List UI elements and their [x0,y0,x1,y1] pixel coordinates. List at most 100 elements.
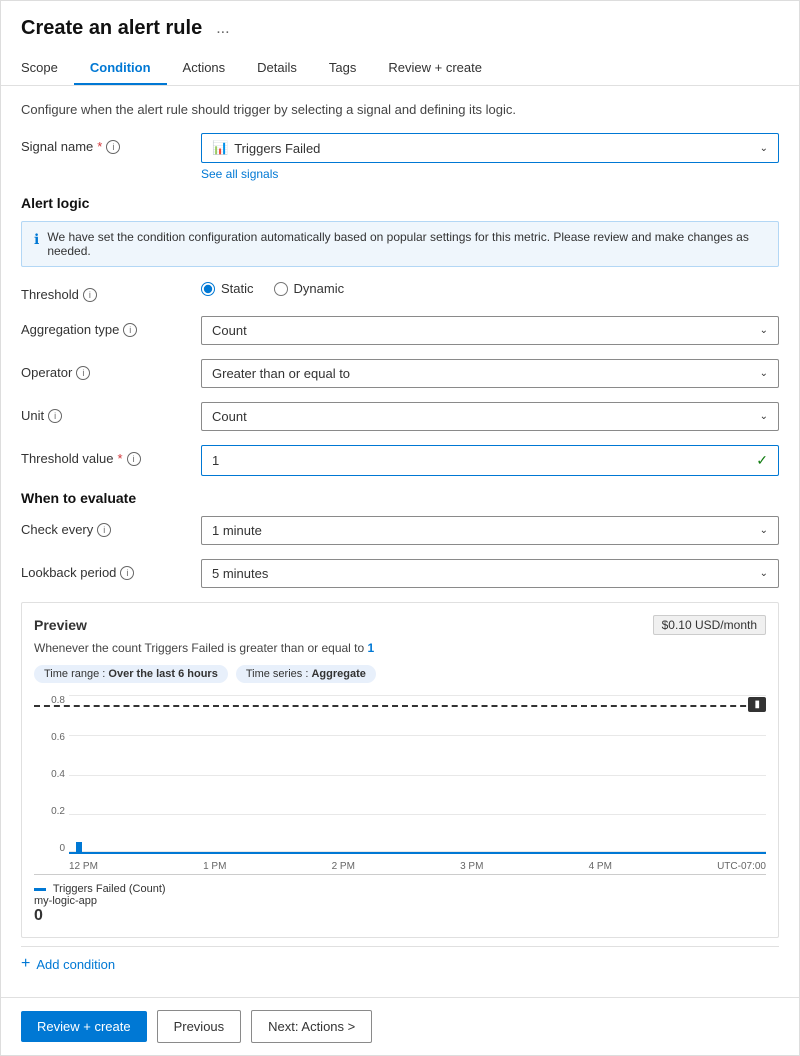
aggregation-label-text: Aggregation type [21,322,119,337]
time-series-pill-label: Time series : [246,668,309,680]
chart-legend: Triggers Failed (Count) my-logic-app 0 [34,883,766,925]
threshold-info-icon[interactable]: i [83,288,97,302]
previous-button[interactable]: Previous [157,1010,242,1043]
preview-description: Whenever the count Triggers Failed is gr… [34,641,766,655]
signal-name-control: 📊 Triggers Failed ⌄ See all signals [201,133,779,181]
operator-value: Greater than or equal to [212,366,760,381]
unit-info-icon[interactable]: i [48,409,62,423]
preview-desc-prefix: Whenever the count Triggers Failed is gr… [34,641,364,655]
review-create-button[interactable]: Review + create [21,1011,147,1042]
legend-value: 0 [34,907,766,925]
ellipsis-button[interactable]: ... [210,18,235,40]
when-to-evaluate-heading: When to evaluate [21,490,779,506]
unit-control: Count ⌄ [201,402,779,431]
aggregation-type-row: Aggregation type i Count ⌄ [21,316,779,345]
check-every-row: Check every i 1 minute ⌄ [21,516,779,545]
time-series-pill[interactable]: Time series : Aggregate [236,665,376,683]
aggregation-info-icon[interactable]: i [123,323,137,337]
lookback-value: 5 minutes [212,566,760,581]
check-every-info-icon[interactable]: i [97,523,111,537]
operator-dropdown-arrow: ⌄ [760,368,768,379]
aggregation-control: Count ⌄ [201,316,779,345]
grid-line-3 [69,814,766,815]
check-every-control: 1 minute ⌄ [201,516,779,545]
next-actions-button[interactable]: Next: Actions > [251,1010,372,1043]
threshold-static-option[interactable]: Static [201,281,254,296]
threshold-value-row: Threshold value * i 1 ✓ [21,445,779,476]
tab-actions[interactable]: Actions [167,52,242,85]
lookback-info-icon[interactable]: i [120,566,134,580]
tab-review-create[interactable]: Review + create [372,52,498,85]
aggregation-dropdown[interactable]: Count ⌄ [201,316,779,345]
threshold-control: Static Dynamic [201,281,779,296]
chart-grid [69,695,766,854]
legend-name: Triggers Failed (Count) [53,883,166,895]
check-every-value: 1 minute [212,523,760,538]
check-every-dropdown[interactable]: 1 minute ⌄ [201,516,779,545]
threshold-static-radio[interactable] [201,282,215,296]
signal-name-dropdown[interactable]: 📊 Triggers Failed ⌄ [201,133,779,163]
grid-line-0 [69,695,766,696]
chart-x-labels: 12 PM 1 PM 2 PM 3 PM 4 PM UTC-07:00 [69,861,766,872]
y-label-3: 0.2 [51,806,65,817]
check-every-label: Check every i [21,516,201,537]
alert-logic-heading: Alert logic [21,195,779,211]
preview-section: Preview $0.10 USD/month Whenever the cou… [21,602,779,938]
chart-baseline [69,852,766,854]
chart-bar [76,842,82,854]
signal-info-icon[interactable]: i [106,140,120,154]
x-label-2pm: 2 PM [332,861,355,872]
legend-row: Triggers Failed (Count) [34,883,766,895]
threshold-options: Static Dynamic [201,281,779,296]
threshold-value-input[interactable]: 1 ✓ [201,445,779,476]
tab-tags[interactable]: Tags [313,52,372,85]
time-range-pill-label: Time range : [44,668,105,680]
tab-scope[interactable]: Scope [21,52,74,85]
threshold-dynamic-option[interactable]: Dynamic [274,281,345,296]
see-all-signals-link[interactable]: See all signals [201,167,278,181]
preview-desc-highlight: 1 [368,641,375,655]
unit-dropdown[interactable]: Count ⌄ [201,402,779,431]
y-label-4: 0 [59,843,65,854]
check-every-arrow: ⌄ [760,525,768,536]
operator-dropdown[interactable]: Greater than or equal to ⌄ [201,359,779,388]
info-banner-icon: ℹ [34,231,39,248]
signal-name-label: Signal name * i [21,133,201,154]
threshold-dynamic-radio[interactable] [274,282,288,296]
unit-label: Unit i [21,402,201,423]
time-range-pill[interactable]: Time range : Over the last 6 hours [34,665,228,683]
signal-name-row: Signal name * i 📊 Triggers Failed ⌄ See … [21,133,779,181]
chart-y-labels: 0.8 0.6 0.4 0.2 0 [34,695,69,854]
tab-details[interactable]: Details [241,52,313,85]
threshold-static-label: Static [221,281,254,296]
subtitle-text: Configure when the alert rule should tri… [21,102,779,117]
aggregation-label: Aggregation type i [21,316,201,337]
operator-label: Operator i [21,359,201,380]
threshold-dynamic-label: Dynamic [294,281,345,296]
unit-label-text: Unit [21,408,44,423]
threshold-label: Threshold i [21,281,201,302]
x-label-4pm: 4 PM [589,861,612,872]
operator-label-text: Operator [21,365,72,380]
info-banner: ℹ We have set the condition configuratio… [21,221,779,267]
lookback-label: Lookback period i [21,559,201,580]
legend-color-swatch [34,888,46,891]
preview-title: Preview [34,617,87,633]
threshold-value-info-icon[interactable]: i [127,452,141,466]
operator-row: Operator i Greater than or equal to ⌄ [21,359,779,388]
lookback-dropdown[interactable]: 5 minutes ⌄ [201,559,779,588]
threshold-value-control: 1 ✓ [201,445,779,476]
main-content: Configure when the alert rule should tri… [1,86,799,997]
signal-name-value: Triggers Failed [234,141,759,156]
preview-header: Preview $0.10 USD/month [34,615,766,635]
operator-info-icon[interactable]: i [76,366,90,380]
legend-app: my-logic-app [34,895,766,907]
threshold-row: Threshold i Static Dynamic [21,281,779,302]
threshold-value-text: 1 [212,453,219,468]
tab-condition[interactable]: Condition [74,52,167,85]
unit-row: Unit i Count ⌄ [21,402,779,431]
page-title: Create an alert rule [21,17,202,40]
add-condition-row[interactable]: + Add condition [21,946,779,981]
aggregation-dropdown-arrow: ⌄ [760,325,768,336]
signal-bar-chart-icon: 📊 [212,140,228,156]
